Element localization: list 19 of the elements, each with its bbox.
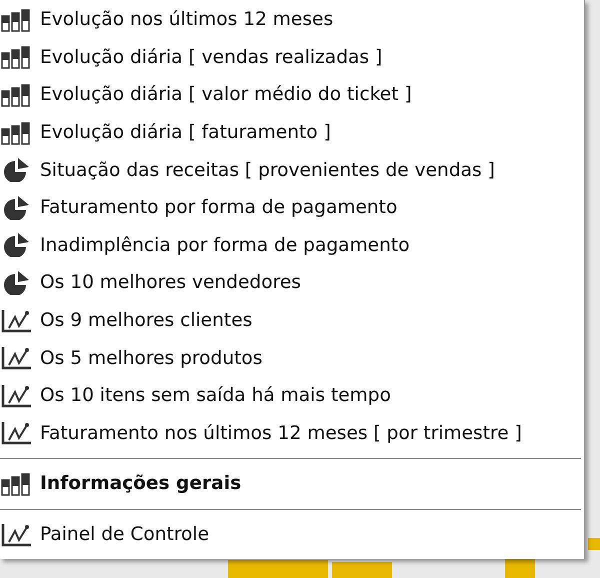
- line-chart-icon: [1, 346, 33, 370]
- menu-item[interactable]: Os 9 melhores clientes: [40, 310, 252, 332]
- menu-item[interactable]: Faturamento por forma de pagamento: [40, 197, 398, 218]
- menu-item[interactable]: Situação das receitas [ provenientes de vendas ]: [40, 160, 495, 181]
- line-chart-icon: [1, 384, 33, 408]
- menu-item[interactable]: Evolução diária [ faturamento ]: [40, 122, 331, 144]
- menu-item[interactable]: Os 10 melhores vendedores: [40, 272, 301, 294]
- menu-item[interactable]: Evolução diária [ vendas realizadas ]: [40, 46, 382, 68]
- line-chart-icon: [1, 522, 33, 547]
- menu-item[interactable]: Evolução diária [ valor médio do ticket ]: [40, 84, 412, 106]
- menu-item[interactable]: Os 5 melhores produtos: [40, 348, 262, 369]
- line-chart-icon: [1, 421, 33, 446]
- menu-item[interactable]: Evolução nos últimos 12 meses: [40, 9, 334, 30]
- menu-item[interactable]: Os 10 itens sem saída há mais tempo: [40, 385, 391, 406]
- menu-item[interactable]: Informações gerais: [40, 473, 242, 494]
- menu-item[interactable]: Painel de Controle: [40, 524, 210, 546]
- line-chart-icon: [1, 308, 33, 333]
- menu-item[interactable]: Inadimplência por forma de pagamento: [40, 234, 410, 256]
- menu-item[interactable]: Faturamento nos últimos 12 meses [ por trimestre ]: [40, 422, 522, 444]
